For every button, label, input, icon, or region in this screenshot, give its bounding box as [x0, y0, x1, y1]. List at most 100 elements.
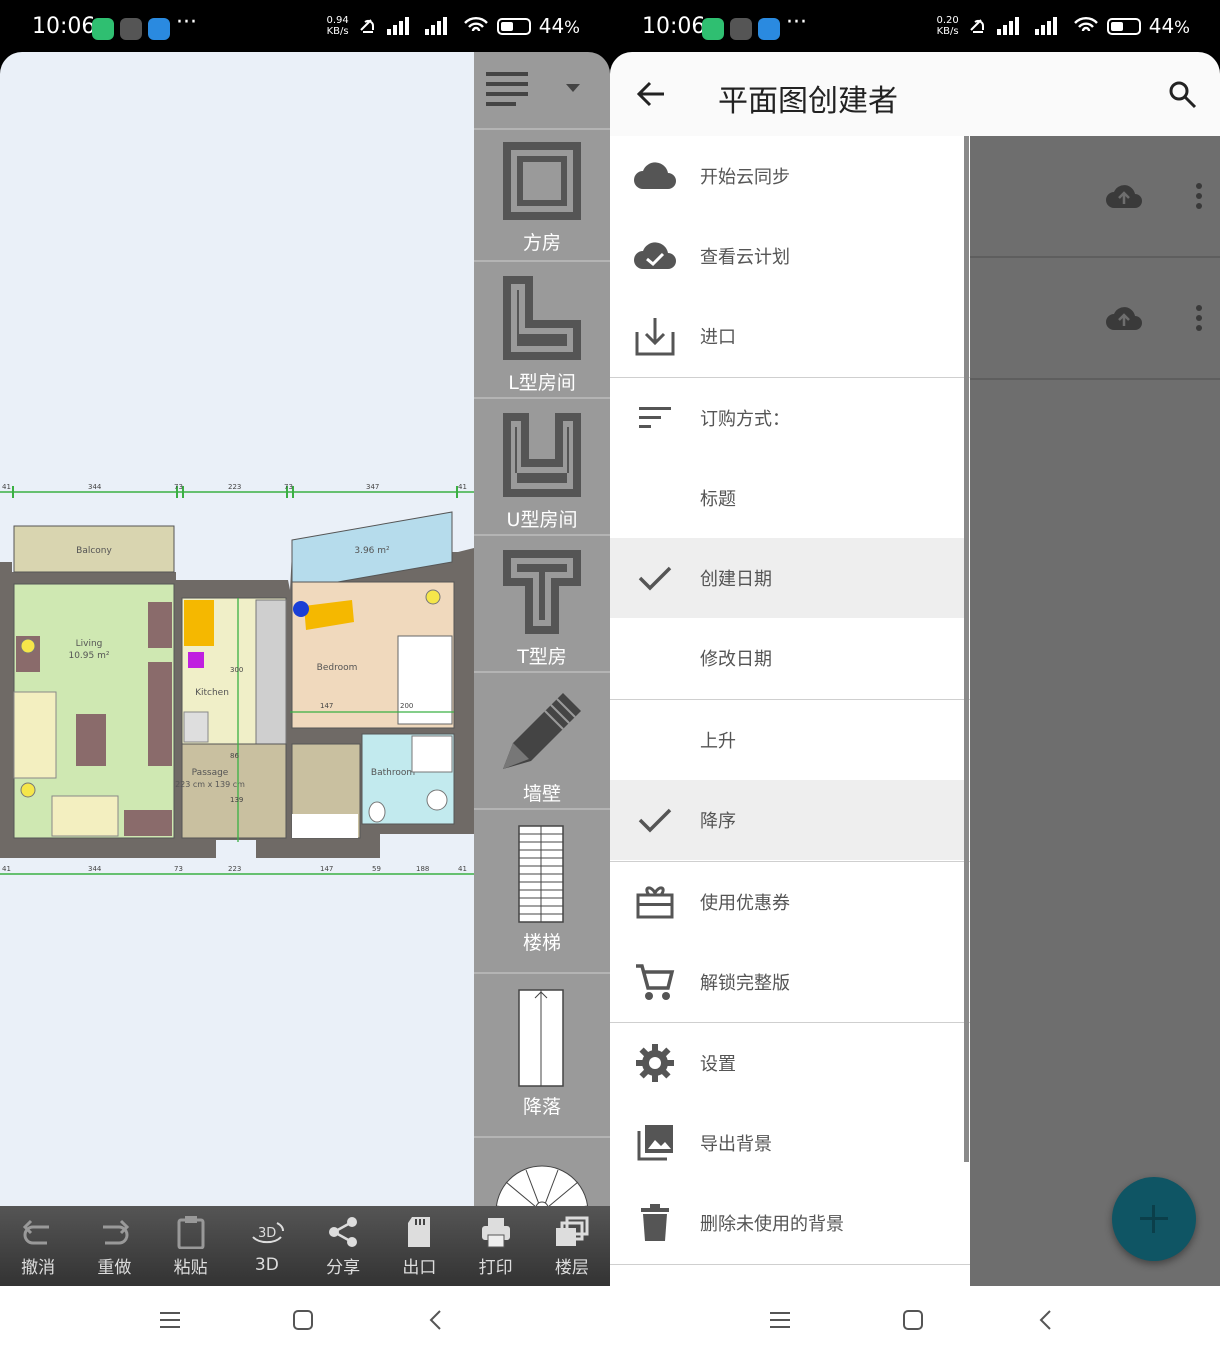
menu-item-import[interactable]: 进口 [610, 296, 964, 376]
menu-item-sort-by: 订购方式： [610, 378, 964, 458]
menu-item-sort-title[interactable]: 标题 [610, 458, 964, 538]
room-area-living: 10.95 m² [68, 651, 109, 661]
room-size-passage: 223 cm x 139 cm [175, 780, 245, 789]
tool-label: L型房间 [508, 372, 576, 394]
cloud-upload-icon[interactable] [1104, 304, 1144, 332]
signal-icon [386, 17, 409, 35]
redo-button[interactable]: 重做 [76, 1206, 152, 1286]
cloud-upload-icon[interactable] [1104, 182, 1144, 210]
tool-landing[interactable]: 降落 [474, 972, 610, 1136]
floor-plan-canvas[interactable]: 41 344 73 223 73 347 41 41 344 73 223 14… [0, 52, 474, 1206]
tool-label: 楼梯 [522, 932, 561, 954]
export-button[interactable]: 出口 [381, 1206, 457, 1286]
undo-icon [23, 1219, 50, 1244]
app-notification-icon [92, 18, 114, 40]
menu-item-view-cloud-plans[interactable]: 查看云计划 [610, 216, 964, 296]
tool-palette-header[interactable] [474, 52, 610, 128]
tool-spiral-stairs[interactable] [474, 1136, 610, 1206]
room-label-passage: Passage [192, 768, 229, 778]
share-button[interactable]: 分享 [305, 1206, 381, 1286]
cart-icon [636, 964, 675, 1000]
search-icon[interactable] [1168, 80, 1198, 110]
menu-item-sort-modified[interactable]: 修改日期 [610, 618, 964, 698]
bottom-toolbar: 撤消 重做 粘贴 3D 3D 分享 出口 打印 楼层 [0, 1206, 610, 1286]
right-screen: 10:06 ··· 0.20 KB/s 44% 平面图创建者 开始云同步 查看云… [610, 0, 1220, 1356]
tool-label: 墙壁 [522, 783, 561, 805]
tool-stairs[interactable]: 楼梯 [474, 808, 610, 972]
undo-button[interactable]: 撤消 [0, 1206, 76, 1286]
tool-u-room[interactable]: U型房间 [474, 397, 610, 534]
tool-wall[interactable]: 墙壁 [474, 671, 610, 808]
dimension-label: 86 [230, 752, 239, 760]
check-icon [638, 808, 672, 833]
sdcard-icon [408, 1216, 431, 1247]
dimension-label: 344 [88, 865, 102, 873]
dimension-label: 200 [400, 702, 413, 710]
status-bar: 10:06 ··· 0.20 KB/s 44% [610, 0, 1220, 58]
net-speed: 0.94 KB/s [326, 15, 349, 37]
3d-view-button[interactable]: 3D 3D [229, 1206, 305, 1286]
plus-icon [1140, 1205, 1168, 1233]
dimension-label: 41 [458, 483, 467, 491]
menu-item-sort-created[interactable]: 创建日期 [610, 538, 964, 618]
navigation-drawer: 开始云同步 查看云计划 进口 订购方式： 标题 创建日期 修改日期 上升 降序 … [610, 136, 970, 1286]
back-icon[interactable] [424, 1308, 448, 1332]
browser-notification-icon [758, 18, 780, 40]
floors-button[interactable]: 楼层 [534, 1206, 610, 1286]
tool-t-room[interactable]: T型房 [474, 534, 610, 671]
status-indicators: 0.20 KB/s 44% [936, 14, 1190, 38]
system-nav-bar [610, 1286, 1220, 1356]
floor-plan-drawing[interactable]: 41 344 73 223 73 347 41 41 344 73 223 14… [0, 52, 474, 1206]
menu-item-descending[interactable]: 降序 [610, 780, 964, 860]
app-notification-icon [702, 18, 724, 40]
more-vert-icon[interactable] [1194, 304, 1204, 332]
signal-icon [996, 17, 1019, 35]
left-screen: 10:06 ··· 0.94 KB/s 44% 41 344 73 223 73… [0, 0, 610, 1356]
home-icon[interactable] [291, 1308, 315, 1332]
menu-item-export-background[interactable]: 导出背景 [610, 1103, 964, 1183]
dimension-label: 223 [228, 865, 241, 873]
pencil-icon [503, 693, 581, 769]
add-plan-button[interactable] [1112, 1177, 1196, 1261]
dimension-label: 139 [230, 796, 243, 804]
status-app-icons [92, 18, 170, 40]
menu-item-unlock-full[interactable]: 解锁完整版 [610, 942, 964, 1022]
back-arrow-icon[interactable] [636, 80, 666, 108]
home-icon[interactable] [901, 1308, 925, 1332]
dimension-label: 41 [2, 483, 11, 491]
menu-item-ascending[interactable]: 上升 [610, 700, 964, 780]
menu-item-start-cloud-sync[interactable]: 开始云同步 [610, 136, 964, 216]
list-item[interactable] [970, 136, 1220, 258]
list-item[interactable] [970, 258, 1220, 380]
back-icon[interactable] [1034, 1308, 1058, 1332]
page-title: 平面图创建者 [718, 84, 898, 119]
tool-square-room[interactable]: 方房 [474, 128, 610, 260]
menu-item-use-coupon[interactable]: 使用优惠券 [610, 862, 964, 942]
tool-label: U型房间 [506, 509, 578, 531]
square-room-icon [503, 142, 581, 220]
palette-menu-icon[interactable] [474, 52, 610, 128]
status-bar: 10:06 ··· 0.94 KB/s 44% [0, 0, 610, 58]
more-vert-icon[interactable] [1194, 182, 1204, 210]
paste-button[interactable]: 粘贴 [153, 1206, 229, 1286]
menu-icon[interactable] [768, 1308, 792, 1332]
drawer-scrollbar[interactable] [964, 136, 969, 1162]
l-room-icon [503, 276, 581, 360]
dimension-label: 41 [458, 865, 467, 873]
room-label-balcony: Balcony [76, 546, 112, 556]
dimension-label: 73 [174, 865, 183, 873]
tool-l-room[interactable]: L型房间 [474, 260, 610, 397]
tool-label: T型房 [517, 646, 567, 668]
menu-icon[interactable] [158, 1308, 182, 1332]
tool-label: 降落 [522, 1096, 561, 1118]
print-button[interactable]: 打印 [458, 1206, 534, 1286]
print-icon [481, 1217, 510, 1247]
signal-hd-icon [424, 17, 447, 35]
room-label-bathroom: Bathroom [371, 768, 415, 778]
menu-item-delete-unused-backgrounds[interactable]: 删除未使用的背景 [610, 1183, 964, 1263]
trash-icon [641, 1204, 669, 1241]
selection-handle[interactable] [293, 601, 309, 617]
status-time: 10:06 [642, 14, 706, 39]
menu-item-settings[interactable]: 设置 [610, 1023, 964, 1103]
battery-level: 44% [538, 14, 580, 38]
